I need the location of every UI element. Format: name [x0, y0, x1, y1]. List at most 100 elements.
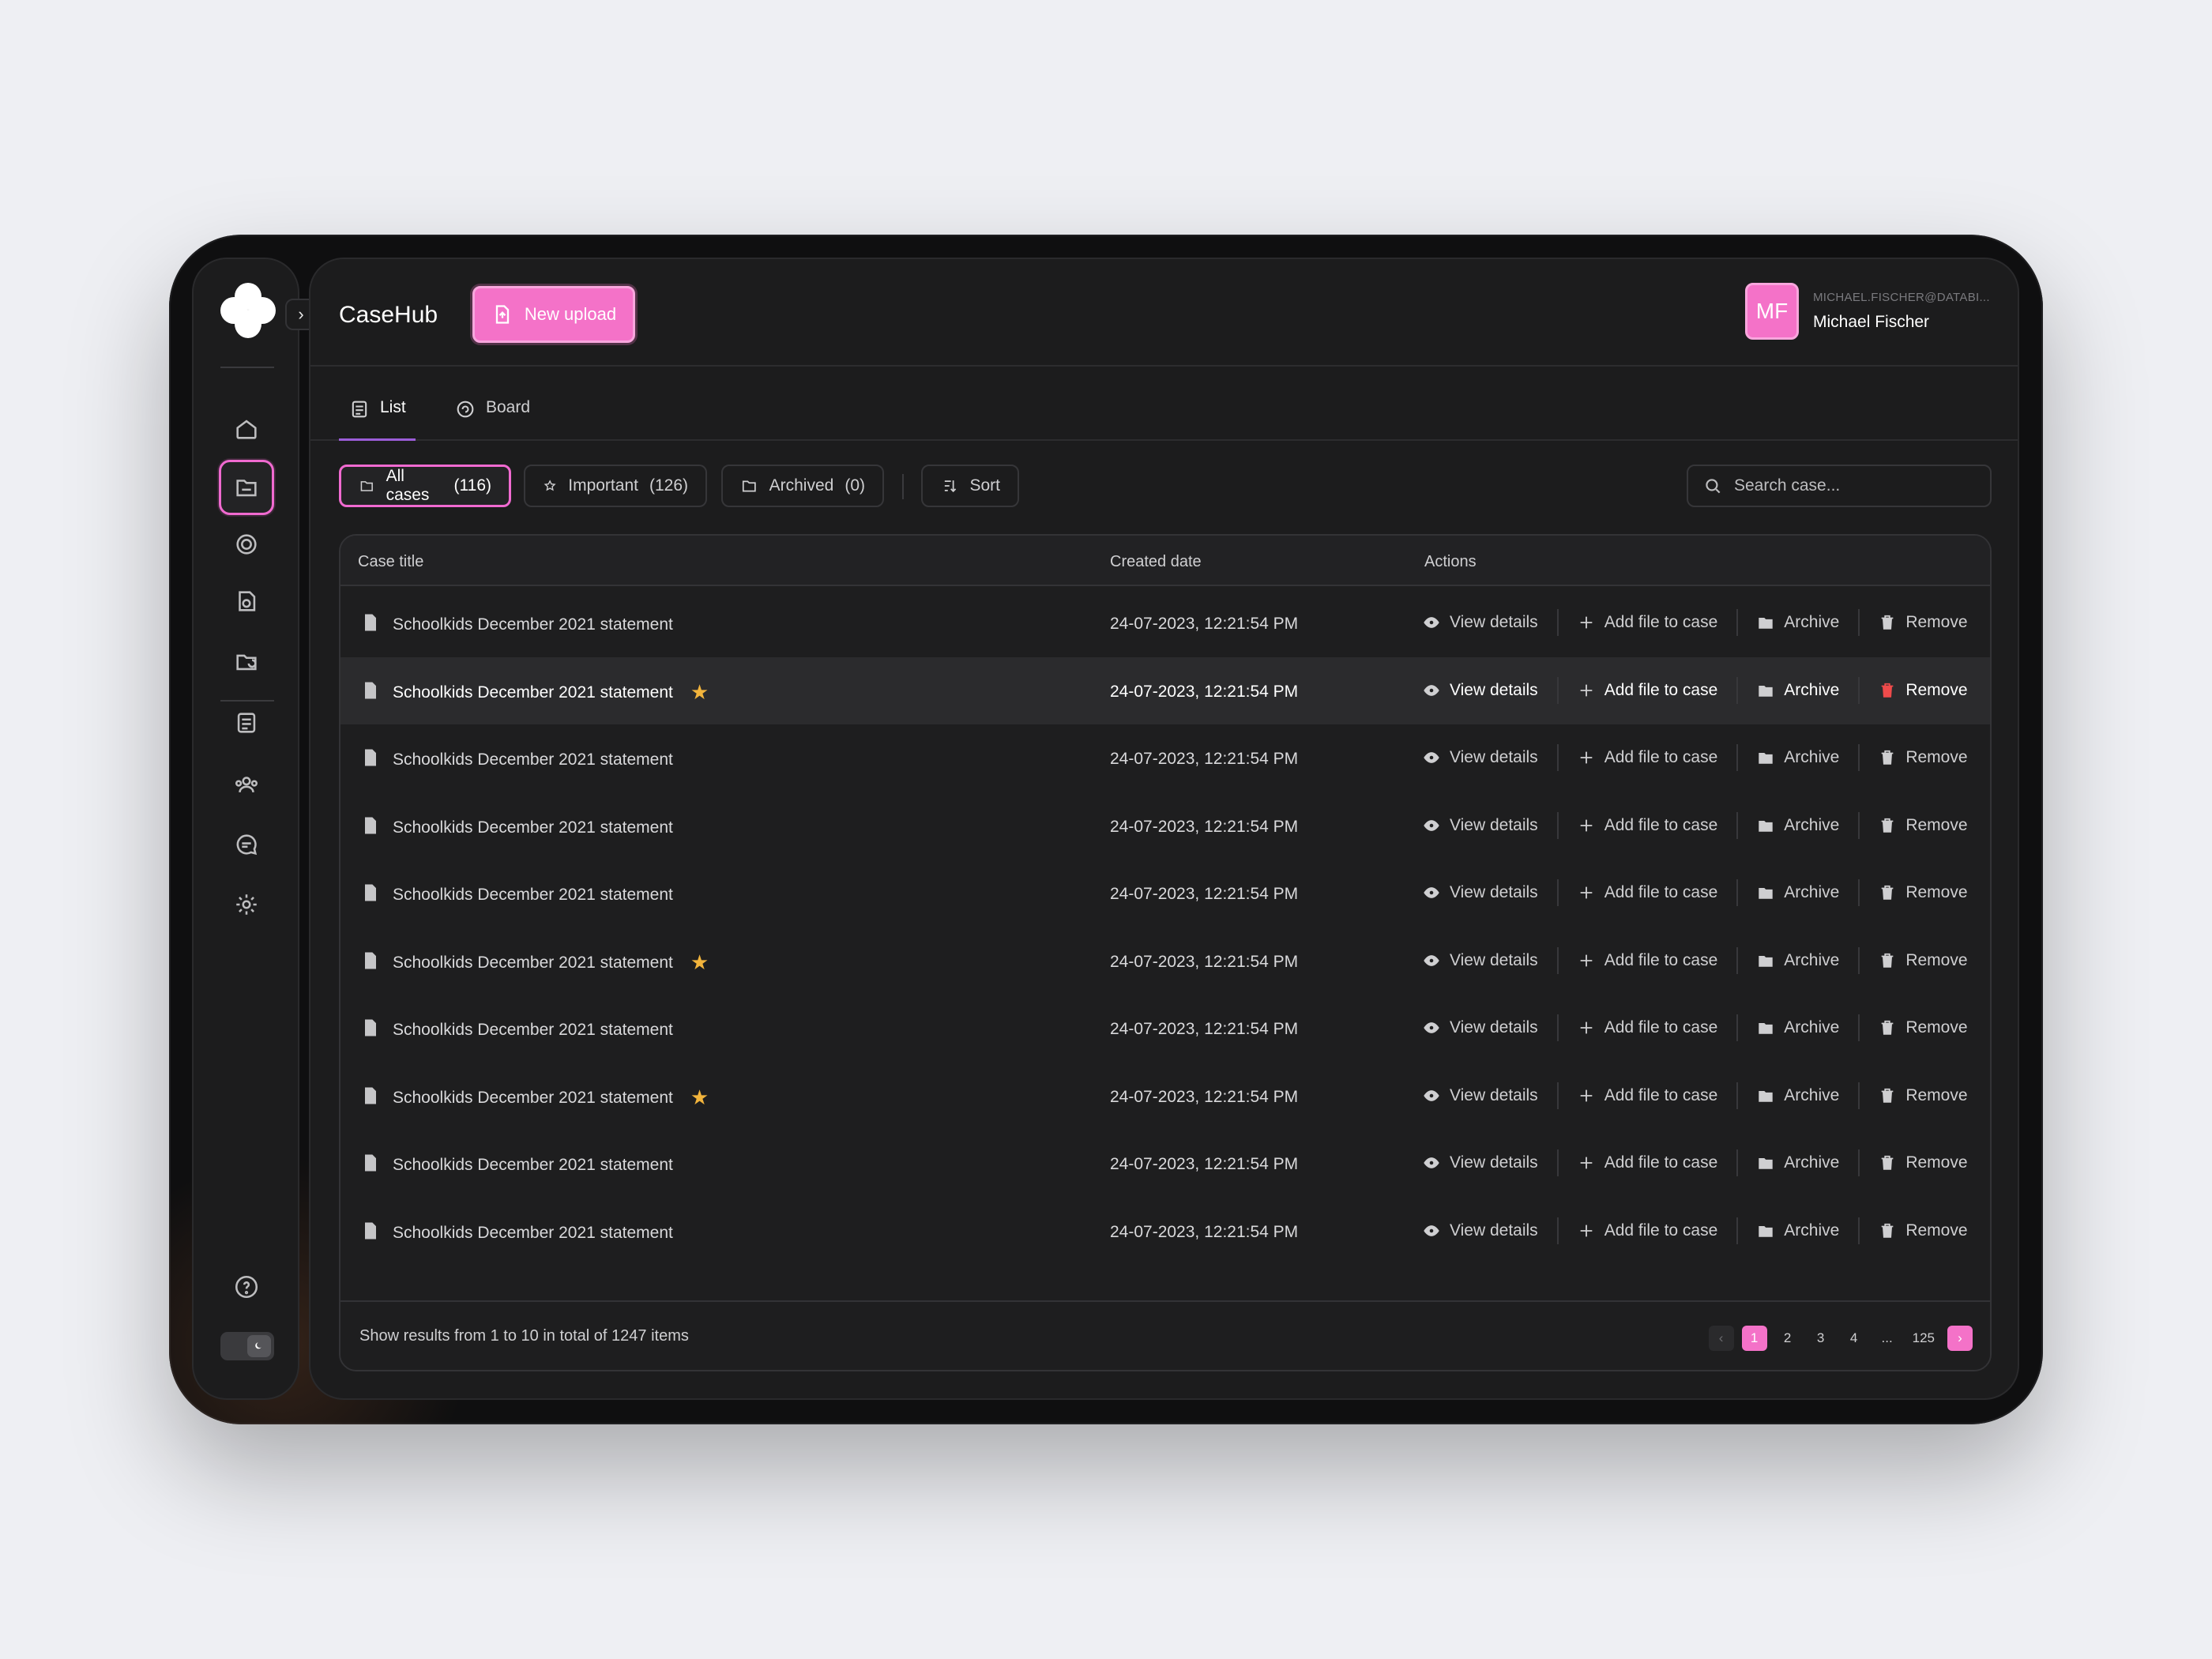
avatar[interactable]: MF — [1745, 283, 1799, 340]
sidebar-item-help[interactable] — [219, 1259, 274, 1315]
table-row[interactable]: Schoolkids December 2021 statement 24-07… — [340, 589, 1990, 657]
case-title-cell[interactable]: Schoolkids December 2021 statement — [359, 1017, 673, 1044]
case-title-cell[interactable]: Schoolkids December 2021 statement — [359, 1152, 673, 1179]
add-file-button[interactable]: Add file to case — [1559, 1217, 1739, 1244]
star-icon[interactable]: ★ — [690, 680, 709, 705]
archive-button[interactable]: Archive — [1738, 811, 1860, 839]
new-upload-label: New upload — [524, 304, 617, 324]
pagination-page[interactable]: 2 — [1775, 1326, 1800, 1351]
remove-button[interactable]: Remove — [1860, 1082, 1968, 1109]
remove-button[interactable]: Remove — [1860, 879, 1968, 906]
add-file-button[interactable]: Add file to case — [1559, 609, 1739, 636]
view-details-button[interactable]: View details — [1423, 676, 1559, 704]
archive-label: Archive — [1784, 1221, 1840, 1240]
sidebar-item-security[interactable] — [219, 517, 274, 572]
tab-list[interactable]: List — [339, 398, 416, 441]
table-row[interactable]: Schoolkids December 2021 statement ★ 24-… — [340, 656, 1990, 724]
add-file-button[interactable]: Add file to case — [1559, 1082, 1739, 1109]
pagination-page[interactable]: 4 — [1841, 1326, 1867, 1351]
archive-button[interactable]: Archive — [1738, 879, 1860, 906]
table-row[interactable]: Schoolkids December 2021 statement 24-07… — [340, 860, 1990, 927]
case-title-cell[interactable]: Schoolkids December 2021 statement — [359, 882, 673, 908]
archive-button[interactable]: Archive — [1738, 1082, 1860, 1109]
add-file-button[interactable]: Add file to case — [1559, 1149, 1739, 1176]
case-title-cell[interactable]: Schoolkids December 2021 statement ★ — [359, 950, 709, 976]
remove-button[interactable]: Remove — [1860, 677, 1968, 704]
table-row[interactable]: Schoolkids December 2021 statement 24-07… — [340, 1130, 1990, 1198]
table-row[interactable]: Schoolkids December 2021 statement 24-07… — [340, 1198, 1990, 1266]
case-title-cell[interactable]: Schoolkids December 2021 statement — [359, 747, 673, 773]
view-details-button[interactable]: View details — [1423, 946, 1559, 974]
sidebar-item-team[interactable] — [219, 757, 274, 812]
sidebar-item-reports[interactable] — [219, 695, 274, 750]
archive-button[interactable]: Archive — [1738, 946, 1860, 974]
tab-board[interactable]: Board — [445, 398, 540, 441]
sidebar-item-messages[interactable] — [219, 817, 274, 872]
theme-toggle[interactable] — [220, 1332, 274, 1360]
column-header-date[interactable]: Created date — [1110, 553, 1202, 571]
add-file-label: Add file to case — [1604, 815, 1718, 834]
filter-all-cases[interactable]: All cases (116) — [339, 465, 511, 507]
add-file-button[interactable]: Add file to case — [1559, 1014, 1739, 1041]
remove-button[interactable]: Remove — [1860, 609, 1968, 636]
add-file-button[interactable]: Add file to case — [1559, 811, 1739, 839]
case-title-cell[interactable]: Schoolkids December 2021 statement ★ — [359, 1085, 709, 1112]
view-details-button[interactable]: View details — [1423, 744, 1559, 771]
add-file-button[interactable]: Add file to case — [1559, 676, 1739, 704]
archive-button[interactable]: Archive — [1738, 1149, 1860, 1176]
archive-button[interactable]: Archive — [1738, 744, 1860, 771]
remove-button[interactable]: Remove — [1860, 1217, 1968, 1244]
view-details-button[interactable]: View details — [1423, 1014, 1559, 1041]
case-title-cell[interactable]: Schoolkids December 2021 statement — [359, 1220, 673, 1247]
pagination-prev-button[interactable]: ‹ — [1708, 1326, 1734, 1351]
case-title-cell[interactable]: Schoolkids December 2021 statement — [359, 611, 673, 638]
table-row[interactable]: Schoolkids December 2021 statement ★ 24-… — [340, 927, 1990, 995]
archive-button[interactable]: Archive — [1738, 609, 1860, 636]
add-file-button[interactable]: Add file to case — [1559, 946, 1739, 974]
sidebar-item-documents[interactable] — [219, 574, 274, 629]
view-details-button[interactable]: View details — [1423, 1149, 1559, 1176]
eye-icon — [1424, 1022, 1439, 1033]
archive-button[interactable]: Archive — [1738, 676, 1860, 704]
view-details-button[interactable]: View details — [1423, 609, 1559, 636]
star-icon[interactable]: ★ — [690, 950, 709, 975]
filter-archived[interactable]: Archived (0) — [721, 465, 884, 507]
archive-button[interactable]: Archive — [1738, 1217, 1860, 1244]
case-title-cell[interactable]: Schoolkids December 2021 statement — [359, 814, 673, 841]
sidebar-item-cases[interactable] — [219, 460, 274, 515]
remove-button[interactable]: Remove — [1860, 947, 1968, 974]
sidebar-item-settings[interactable] — [219, 877, 274, 932]
view-details-button[interactable]: View details — [1423, 1082, 1559, 1109]
view-details-button[interactable]: View details — [1423, 1217, 1559, 1244]
remove-button[interactable]: Remove — [1860, 1014, 1968, 1041]
sidebar-item-home[interactable] — [219, 401, 274, 457]
sort-button[interactable]: Sort — [921, 465, 1019, 507]
add-file-button[interactable]: Add file to case — [1559, 744, 1739, 771]
pagination-page[interactable]: 1 — [1741, 1326, 1767, 1351]
archive-label: Archive — [1784, 815, 1840, 834]
table-row[interactable]: Schoolkids December 2021 statement ★ 24-… — [340, 1063, 1990, 1130]
pagination-next-button[interactable]: › — [1947, 1326, 1973, 1351]
pagination-page[interactable]: 125 — [1908, 1326, 1939, 1351]
table-row[interactable]: Schoolkids December 2021 statement 24-07… — [340, 995, 1990, 1063]
sidebar-item-sync[interactable] — [219, 634, 274, 689]
case-title-cell[interactable]: Schoolkids December 2021 statement ★ — [359, 679, 709, 706]
remove-button[interactable]: Remove — [1860, 744, 1968, 771]
table-header: Case title Created date Actions — [340, 536, 1990, 586]
table-row[interactable]: Schoolkids December 2021 statement 24-07… — [340, 724, 1990, 792]
remove-button[interactable]: Remove — [1860, 1149, 1968, 1176]
case-title: Schoolkids December 2021 statement — [393, 886, 673, 904]
table-row[interactable]: Schoolkids December 2021 statement 24-07… — [340, 792, 1990, 860]
view-details-button[interactable]: View details — [1423, 811, 1559, 839]
view-details-button[interactable]: View details — [1423, 879, 1559, 906]
filter-important[interactable]: Important (126) — [524, 465, 707, 507]
row-actions: View details Add file to case Archive Re… — [1423, 808, 1968, 843]
column-header-title[interactable]: Case title — [358, 553, 423, 571]
archive-button[interactable]: Archive — [1738, 1014, 1860, 1041]
add-file-button[interactable]: Add file to case — [1559, 879, 1739, 906]
star-icon[interactable]: ★ — [690, 1085, 709, 1110]
pagination-page[interactable]: 3 — [1808, 1326, 1834, 1351]
remove-button[interactable]: Remove — [1860, 812, 1968, 839]
search-input[interactable]: Search case... — [1687, 465, 1992, 507]
new-upload-button[interactable]: New upload — [472, 286, 635, 343]
